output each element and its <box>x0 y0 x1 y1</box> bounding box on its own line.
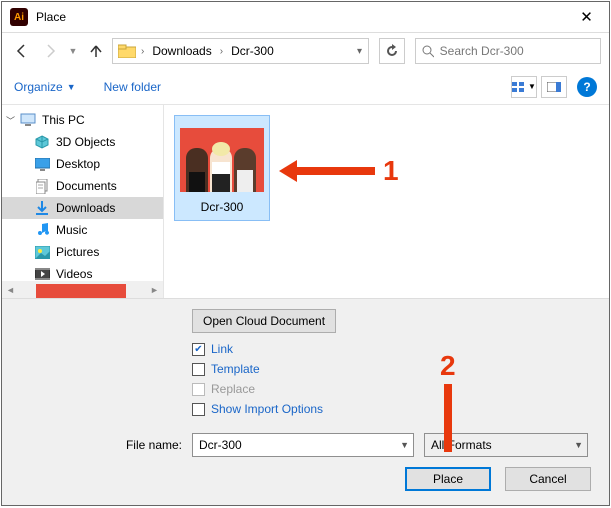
expand-icon[interactable]: ﹀ <box>6 114 15 127</box>
view-mode-button[interactable]: ▼ <box>511 76 537 98</box>
sidebar-scrollbar[interactable]: ◄ ► <box>2 281 163 298</box>
breadcrumb-dcr300[interactable]: Dcr-300 <box>227 42 278 60</box>
music-icon <box>34 222 50 238</box>
download-icon <box>34 200 50 216</box>
filename-label: File name: <box>72 438 182 452</box>
open-cloud-document-button[interactable]: Open Cloud Document <box>192 309 336 333</box>
filename-row: File name: Dcr-300 ▼ All Formats ▼ <box>16 433 595 457</box>
search-input[interactable] <box>440 44 594 58</box>
search-icon <box>422 45 434 58</box>
chevron-down-icon: ▼ <box>528 82 536 91</box>
organize-menu[interactable]: Organize ▼ <box>14 80 76 94</box>
checkbox-icon <box>192 363 205 376</box>
forward-button[interactable] <box>38 39 62 63</box>
cube-icon <box>34 134 50 150</box>
template-checkbox[interactable]: Template <box>192 359 595 379</box>
path-dropdown-icon[interactable]: ▾ <box>355 46 364 57</box>
sidebar-item-3d-objects[interactable]: 3D Objects <box>2 131 163 153</box>
scroll-right-icon[interactable]: ► <box>146 285 163 295</box>
path-box[interactable]: › Downloads › Dcr-300 ▾ <box>112 38 369 64</box>
sidebar-item-this-pc[interactable]: ﹀ This PC <box>2 109 163 131</box>
file-label: Dcr-300 <box>201 200 244 214</box>
file-item-dcr300[interactable]: Dcr-300 <box>174 115 270 221</box>
desktop-icon <box>34 156 50 172</box>
chevron-down-icon: ▼ <box>67 82 76 92</box>
place-button[interactable]: Place <box>405 467 491 491</box>
action-row: Place Cancel <box>16 467 595 491</box>
chevron-down-icon: ▼ <box>400 440 409 450</box>
breadcrumb-downloads[interactable]: Downloads <box>148 42 215 60</box>
cancel-button[interactable]: Cancel <box>505 467 591 491</box>
thumbnails-icon <box>512 82 526 92</box>
toolbar: Organize ▼ New folder ▼ ? <box>2 69 609 105</box>
back-button[interactable] <box>10 39 34 63</box>
link-checkbox[interactable]: ✔ Link <box>192 339 595 359</box>
nav-bar: ▼ › Downloads › Dcr-300 ▾ <box>2 33 609 69</box>
file-thumbnail <box>180 128 264 192</box>
checkbox-checked-icon: ✔ <box>192 343 205 356</box>
annotation-arrow-1: 1 <box>279 155 399 187</box>
annotation-arrow-2: 2 <box>440 350 456 452</box>
close-button[interactable]: ✕ <box>564 3 609 32</box>
sidebar-item-pictures[interactable]: Pictures <box>2 241 163 263</box>
arrow-up-icon <box>88 43 104 59</box>
place-dialog: Ai Place ✕ ▼ › Downloads › Dcr-300 ▾ <box>1 1 610 506</box>
help-button[interactable]: ? <box>577 77 597 97</box>
up-button[interactable] <box>84 39 108 63</box>
documents-icon <box>34 178 50 194</box>
scroll-left-icon[interactable]: ◄ <box>2 285 19 295</box>
sidebar-item-desktop[interactable]: Desktop <box>2 153 163 175</box>
illustrator-icon: Ai <box>10 8 28 26</box>
pictures-icon <box>34 244 50 260</box>
footer: Open Cloud Document ✔ Link Template Repl… <box>2 298 609 505</box>
chevron-right-icon: › <box>218 46 225 57</box>
titlebar: Ai Place ✕ <box>2 2 609 33</box>
refresh-icon <box>385 44 399 58</box>
arrow-right-icon <box>42 43 58 59</box>
recent-dropdown[interactable]: ▼ <box>66 39 80 63</box>
preview-pane-icon <box>547 82 561 92</box>
sidebar-item-downloads[interactable]: Downloads <box>2 197 163 219</box>
checkbox-icon <box>192 403 205 416</box>
new-folder-button[interactable]: New folder <box>104 80 161 94</box>
arrow-left-icon <box>14 43 30 59</box>
filename-combo[interactable]: Dcr-300 ▼ <box>192 433 414 457</box>
pc-icon <box>20 112 36 128</box>
chevron-down-icon: ▼ <box>574 440 583 450</box>
preview-pane-button[interactable] <box>541 76 567 98</box>
refresh-button[interactable] <box>379 38 405 64</box>
file-list[interactable]: Dcr-300 1 <box>164 105 609 298</box>
checkbox-disabled-icon <box>192 383 205 396</box>
sidebar-item-documents[interactable]: Documents <box>2 175 163 197</box>
videos-icon <box>34 266 50 282</box>
replace-checkbox: Replace <box>192 379 595 399</box>
window-title: Place <box>36 10 564 24</box>
folder-icon <box>117 43 137 59</box>
search-box[interactable] <box>415 38 601 64</box>
show-import-options-checkbox[interactable]: Show Import Options <box>192 399 595 419</box>
chevron-right-icon: › <box>139 46 146 57</box>
body: ﹀ This PC 3D Objects Desktop Documents D… <box>2 105 609 298</box>
sidebar-item-music[interactable]: Music <box>2 219 163 241</box>
options-group: ✔ Link Template Replace Show Import Opti… <box>192 339 595 419</box>
sidebar: ﹀ This PC 3D Objects Desktop Documents D… <box>2 105 164 298</box>
